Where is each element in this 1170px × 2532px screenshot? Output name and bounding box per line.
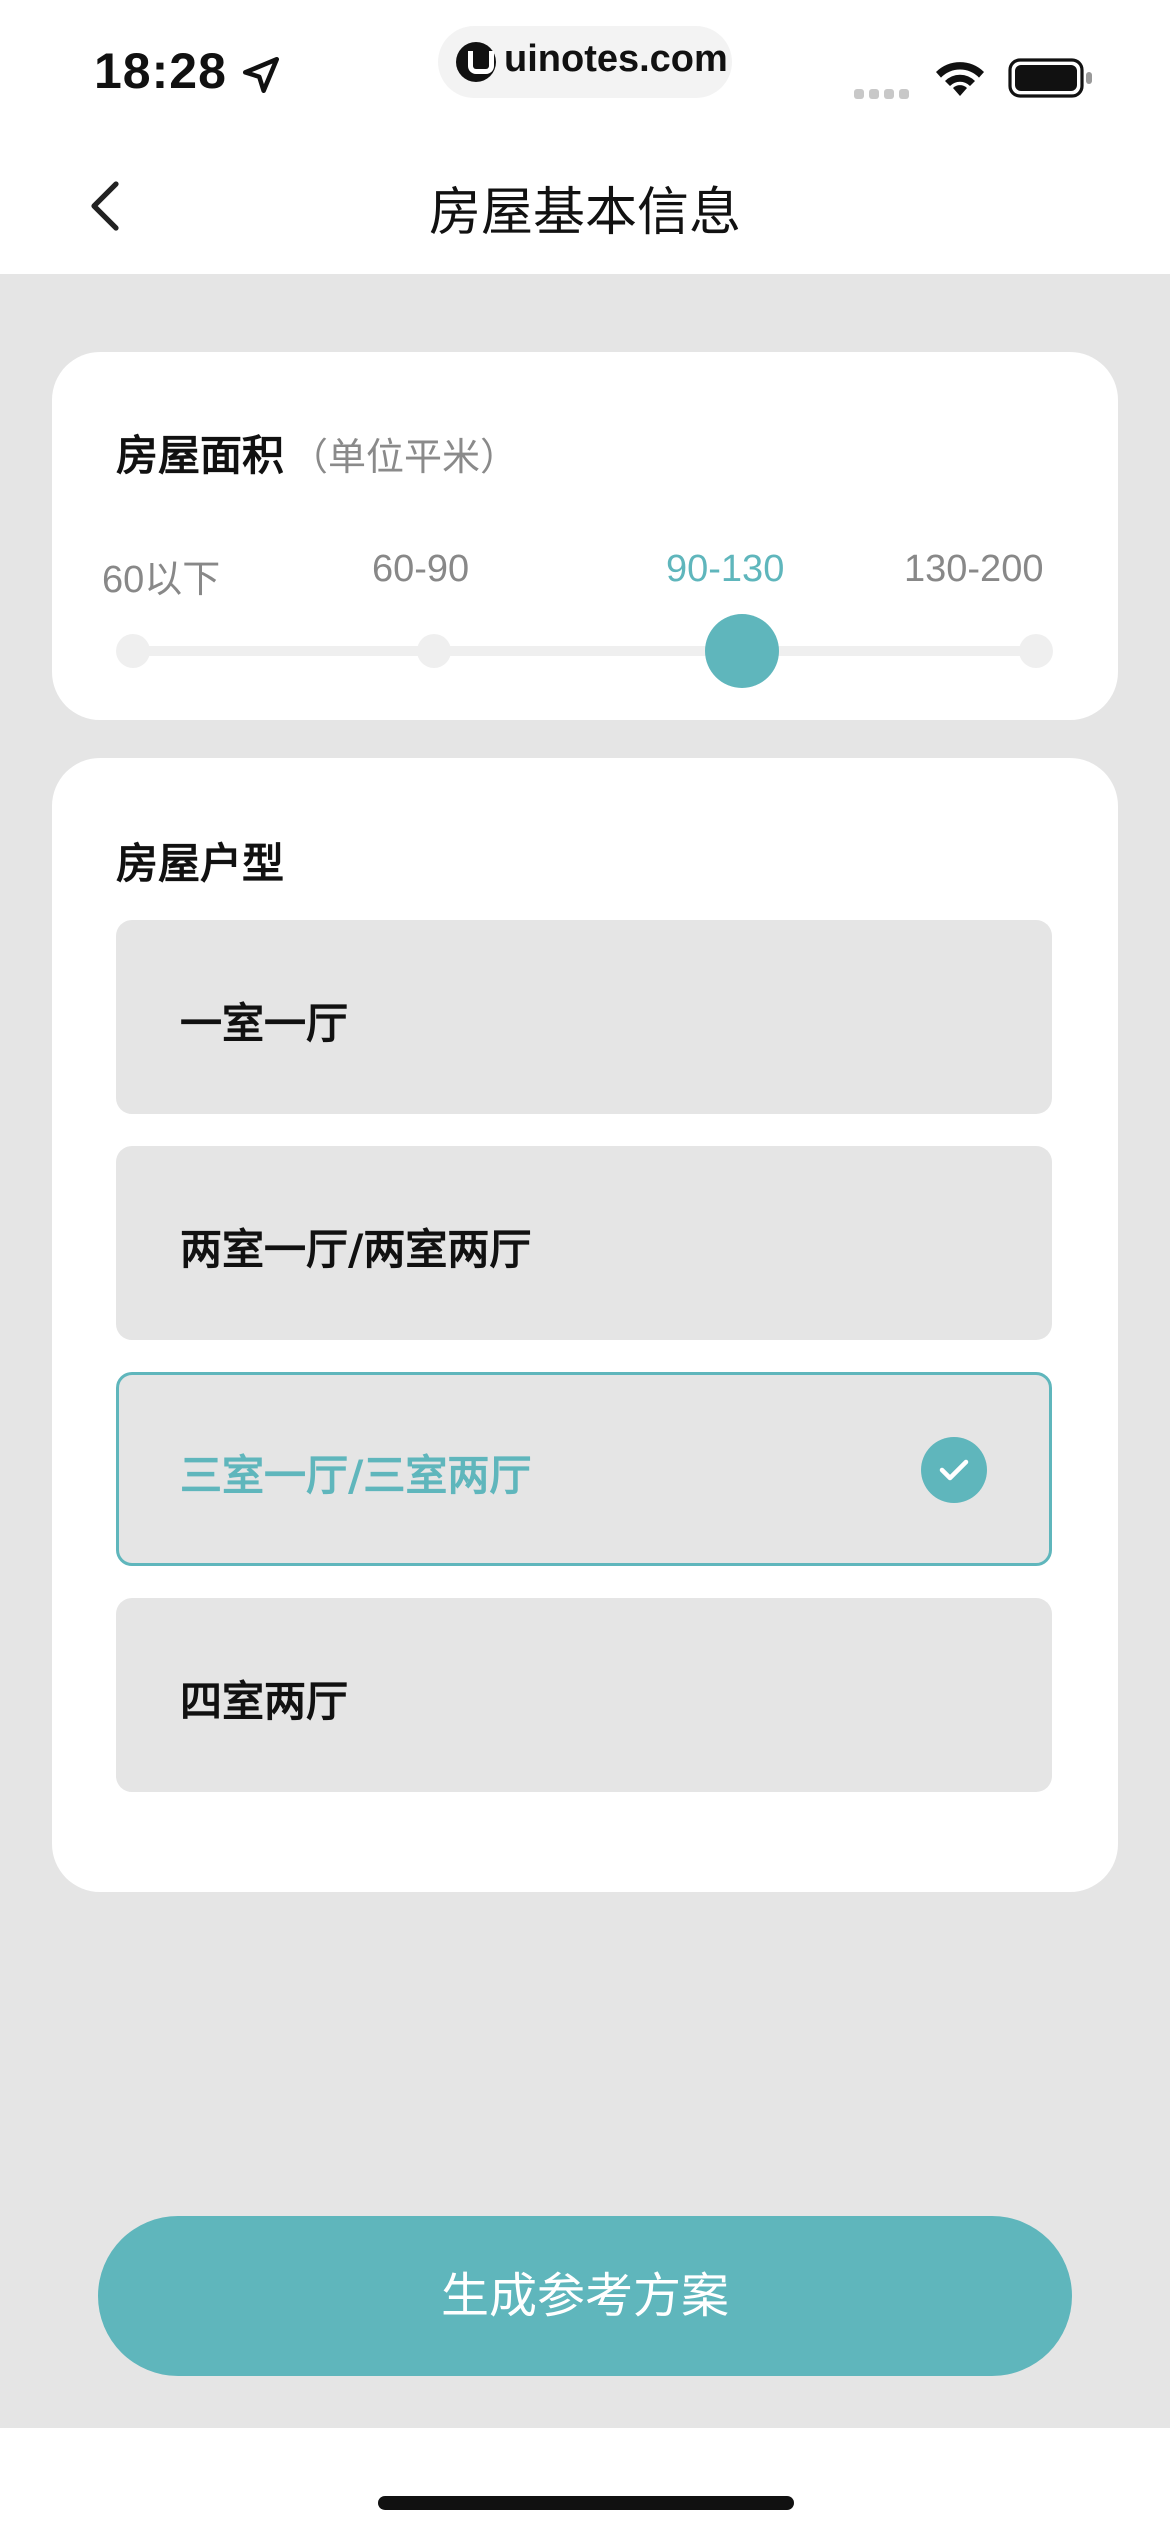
area-option-label[interactable]: 130-200	[904, 548, 1043, 591]
status-bar: 18:28 uinotes.com	[0, 0, 1170, 150]
area-option-label[interactable]: 60以下	[102, 548, 220, 603]
house-type-option-label: 一室一厅	[180, 999, 349, 1048]
area-title-text: 房屋面积	[116, 431, 285, 480]
url-text: uinotes.com	[504, 38, 728, 80]
area-card: 房屋面积 （单位平米） 60以下 60-90 90-130 130-200	[52, 352, 1118, 720]
area-option-label-selected[interactable]: 90-130	[666, 548, 784, 591]
url-pill[interactable]: uinotes.com	[438, 26, 732, 98]
house-type-option-label: 两室一厅/两室两厅	[180, 1225, 532, 1274]
area-option-label[interactable]: 60-90	[372, 548, 469, 591]
checkmark-icon	[921, 1437, 987, 1503]
house-type-option[interactable]: 两室一厅/两室两厅	[116, 1146, 1052, 1340]
cellular-signal-icon	[854, 84, 914, 103]
slider-stop-dot[interactable]	[1019, 634, 1053, 668]
slider-stop-dot[interactable]	[116, 634, 150, 668]
area-unit-hint: （单位平米）	[290, 435, 519, 479]
area-title: 房屋面积 （单位平米）	[116, 422, 518, 483]
house-type-option-label: 三室一厅/三室两厅	[180, 1451, 532, 1500]
house-type-option-selected[interactable]: 三室一厅/三室两厅	[116, 1372, 1052, 1566]
house-type-option-label: 四室两厅	[180, 1677, 349, 1726]
house-type-option[interactable]: 四室两厅	[116, 1598, 1052, 1792]
navigation-bar: 房屋基本信息	[0, 150, 1170, 274]
home-indicator[interactable]	[378, 2496, 794, 2510]
status-time: 18:28	[94, 43, 227, 99]
house-type-title: 房屋户型	[116, 839, 285, 888]
bottom-safe-area	[0, 2428, 1170, 2532]
house-type-card: 房屋户型 一室一厅 两室一厅/两室两厅 三室一厅/三室两厅 四室两厅	[52, 758, 1118, 1892]
house-type-option[interactable]: 一室一厅	[116, 920, 1052, 1114]
battery-icon	[1008, 58, 1092, 98]
uinotes-logo-icon	[456, 42, 496, 82]
location-arrow-icon	[242, 56, 280, 94]
page-title: 房屋基本信息	[428, 183, 741, 243]
slider-stop-dot[interactable]	[417, 634, 451, 668]
area-slider-thumb[interactable]	[705, 614, 779, 688]
area-slider-track[interactable]	[132, 646, 1038, 656]
wifi-icon	[936, 62, 984, 96]
generate-plan-button[interactable]: 生成参考方案	[98, 2216, 1072, 2376]
